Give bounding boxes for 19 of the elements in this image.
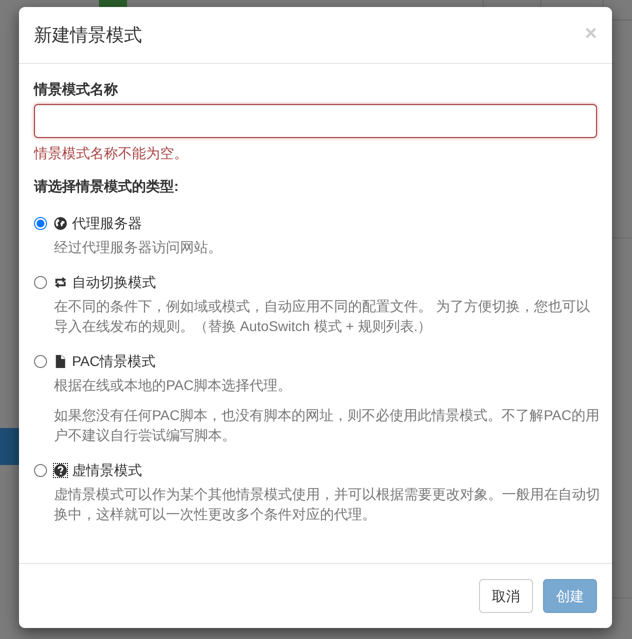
option-description: 经过代理服务器访问网站。: [54, 238, 223, 257]
option-label[interactable]: PAC情景模式: [72, 351, 156, 371]
option-label[interactable]: 虚情景模式: [72, 460, 142, 480]
radio-button[interactable]: [34, 354, 47, 368]
cancel-button[interactable]: 取消: [479, 579, 533, 613]
dialog-title: 新建情景模式: [34, 24, 142, 47]
option-description: 如果您没有任何PAC脚本，也没有脚本的网址，则不必使用此情景模式。不了解PAC的用户不建议自行尝试编写脚本。: [54, 406, 600, 445]
radio-button[interactable]: [34, 276, 47, 288]
option-label[interactable]: 自动切换模式: [72, 272, 156, 292]
section-heading: 请选择情景模式的类型:: [34, 177, 179, 196]
option-description: 根据在线或本地的PAC脚本选择代理。: [54, 376, 293, 395]
field-label: 情景模式名称: [34, 80, 118, 99]
radio-button[interactable]: [34, 216, 47, 230]
name-input-field[interactable]: [34, 104, 597, 138]
error-message: 情景模式名称不能为空。: [34, 144, 188, 163]
option-label[interactable]: 代理服务器: [72, 213, 142, 233]
option-description: 虚情景模式可以作为某个其他情景模式使用，并可以根据需要更改对象。一般用在自动切换中，这样就可以一次性更改多个条件对应的代理。: [54, 485, 601, 524]
radio-button[interactable]: [34, 464, 47, 476]
option-description: 在不同的条件下，例如域或模式，自动应用不同的配置文件。 为了方便切换，您也可以导入在线发布的规则。（替换 AutoSwitch 模式 + 规则列表.）: [54, 297, 591, 336]
